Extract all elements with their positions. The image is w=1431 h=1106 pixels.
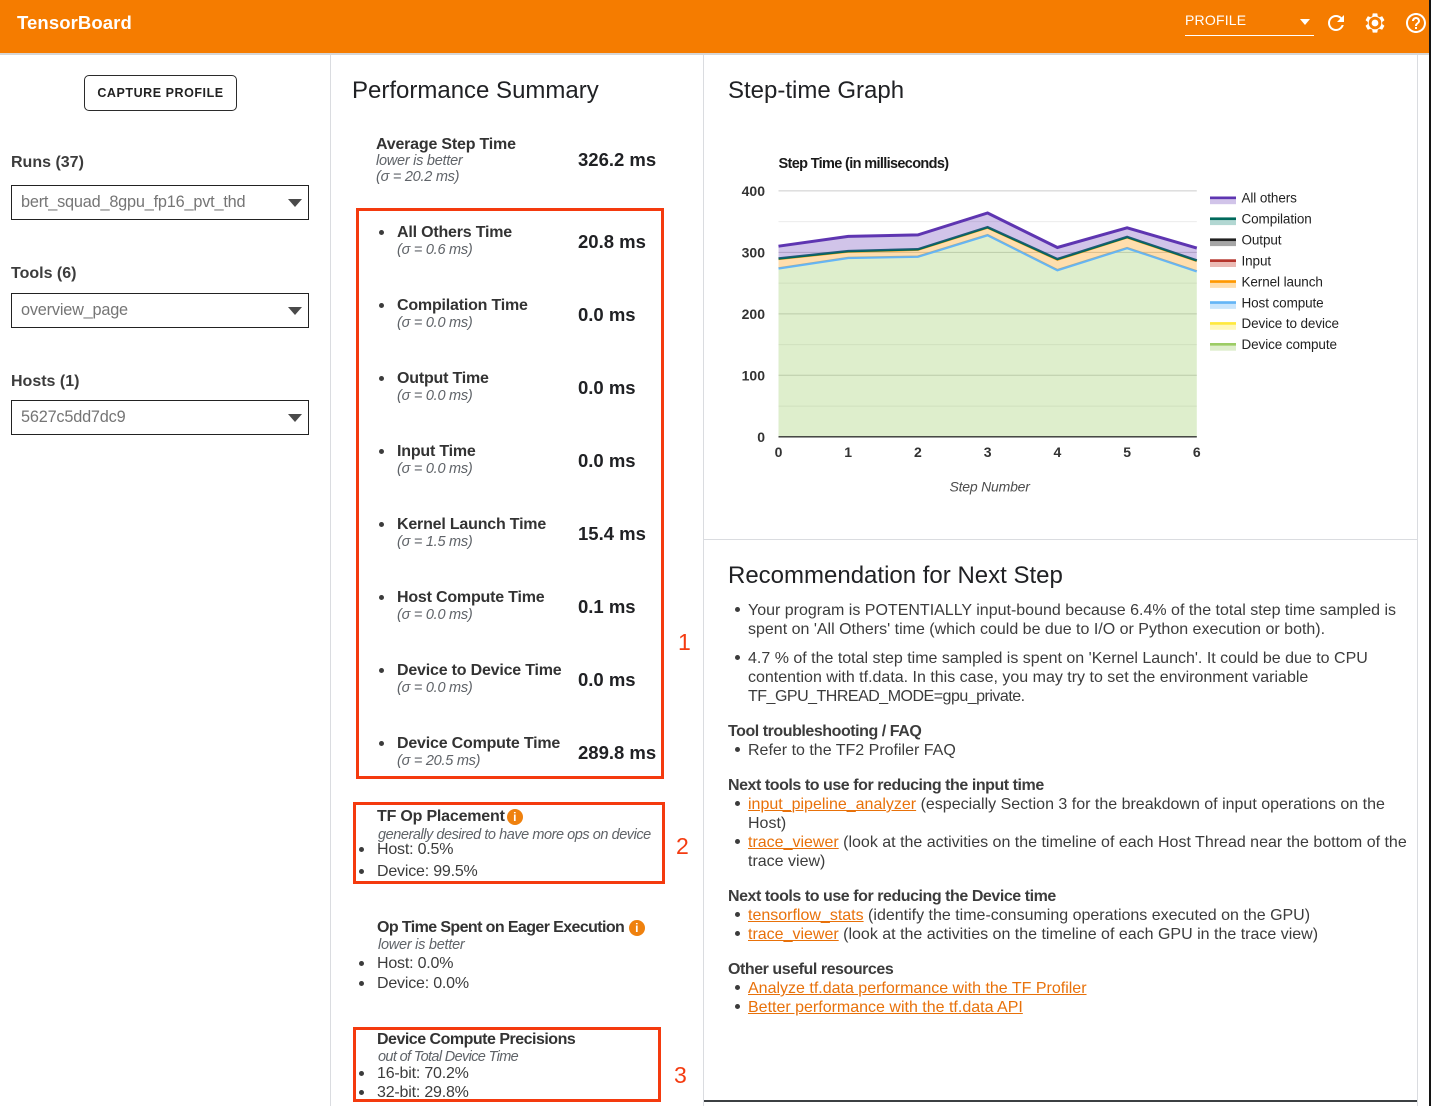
svg-text:300: 300 xyxy=(742,244,766,260)
svg-text:Compilation: Compilation xyxy=(1242,212,1312,227)
svg-text:200: 200 xyxy=(742,306,766,322)
svg-text:All others: All others xyxy=(1242,191,1298,206)
svg-text:Step Time (in milliseconds): Step Time (in milliseconds) xyxy=(779,156,950,172)
svg-text:Device compute: Device compute xyxy=(1242,337,1337,352)
svg-text:Step Number: Step Number xyxy=(949,479,1031,495)
svg-text:Kernel launch: Kernel launch xyxy=(1242,274,1323,289)
svg-text:1: 1 xyxy=(844,444,852,460)
svg-text:100: 100 xyxy=(742,367,766,383)
svg-text:400: 400 xyxy=(742,183,766,199)
svg-text:2: 2 xyxy=(914,444,922,460)
svg-text:Output: Output xyxy=(1242,233,1282,248)
svg-text:Input: Input xyxy=(1242,253,1272,268)
svg-text:0: 0 xyxy=(775,444,783,460)
svg-text:0: 0 xyxy=(757,429,765,445)
svg-text:Host compute: Host compute xyxy=(1242,295,1324,310)
svg-text:4: 4 xyxy=(1054,444,1062,460)
svg-text:Device to device: Device to device xyxy=(1242,316,1339,331)
svg-text:5: 5 xyxy=(1123,444,1131,460)
svg-text:6: 6 xyxy=(1193,444,1201,460)
svg-text:3: 3 xyxy=(984,444,992,460)
